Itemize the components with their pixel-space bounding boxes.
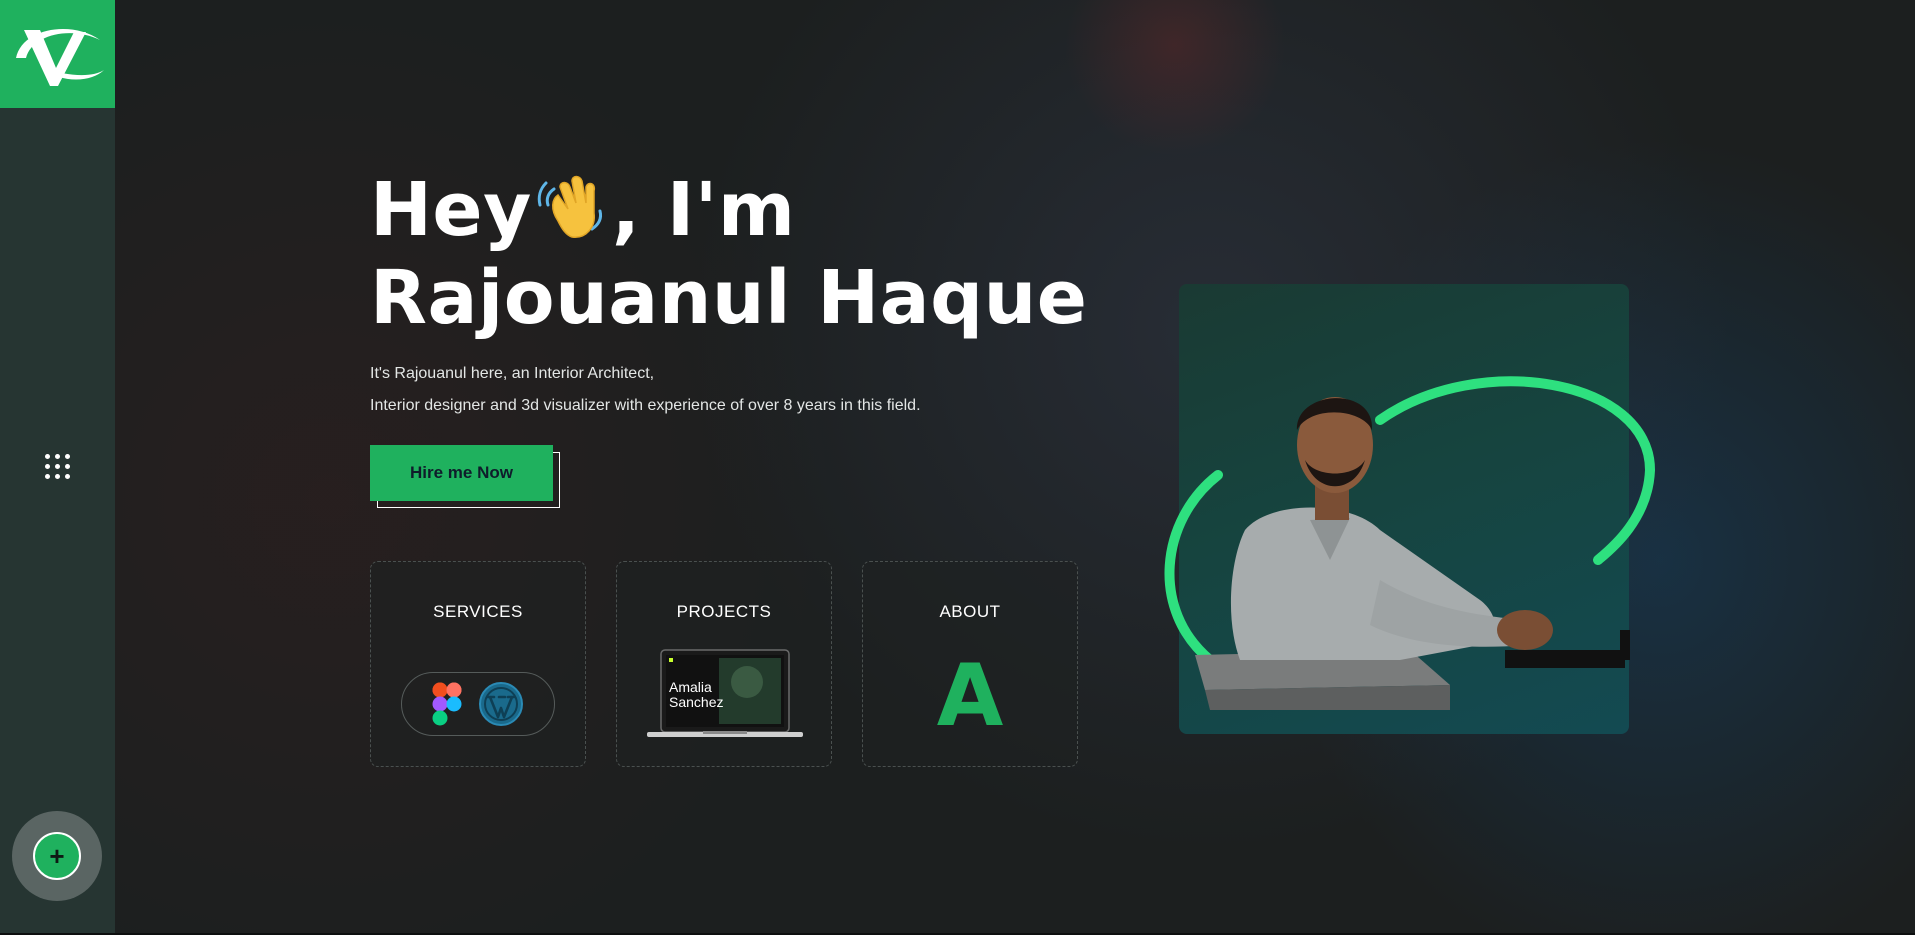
projects-card[interactable]: PROJECTS Amalia Sanchez [616, 561, 832, 767]
logo-link[interactable]: V [0, 0, 115, 108]
services-card[interactable]: SERVICES [370, 561, 586, 767]
hero-name: Rajouanul Haque [370, 255, 1088, 341]
hero-im: , I'm [611, 167, 796, 253]
figma-icon [432, 682, 462, 726]
hero-greeting: Hey [370, 167, 532, 253]
add-button[interactable]: + [12, 811, 102, 901]
hero-heading: Hey , I'm Rajouanul Haque [370, 166, 1087, 342]
services-title: SERVICES [433, 602, 523, 621]
hero-heading-line-1: Hey , I'm [370, 166, 1087, 254]
grid-dots-icon[interactable] [45, 454, 71, 480]
plus-icon: + [33, 832, 81, 880]
about-letter: A [936, 646, 1004, 746]
laptop-preview: Amalia Sanchez [647, 648, 803, 740]
intro-line-2: Interior designer and 3d visualizer with… [370, 397, 921, 414]
tools-pill [401, 672, 555, 736]
intro-line-1: It's Rajouanul here, an Interior Archite… [370, 365, 655, 382]
wordpress-icon [479, 682, 523, 726]
about-title: ABOUT [939, 602, 1001, 621]
sidebar: V + [0, 0, 115, 935]
hero-intro: It's Rajouanul here, an Interior Archite… [370, 358, 921, 422]
laptop-preview-title: Amalia Sanchez [669, 679, 724, 710]
portrait-photo [1164, 376, 1656, 710]
projects-title: PROJECTS [676, 602, 772, 621]
waving-hand-icon [537, 175, 602, 238]
hire-button-group: Hire me Now [370, 445, 560, 509]
hire-me-button[interactable]: Hire me Now [370, 445, 553, 501]
about-card[interactable]: ABOUT A [862, 561, 1078, 767]
v-logo-icon [15, 28, 104, 86]
